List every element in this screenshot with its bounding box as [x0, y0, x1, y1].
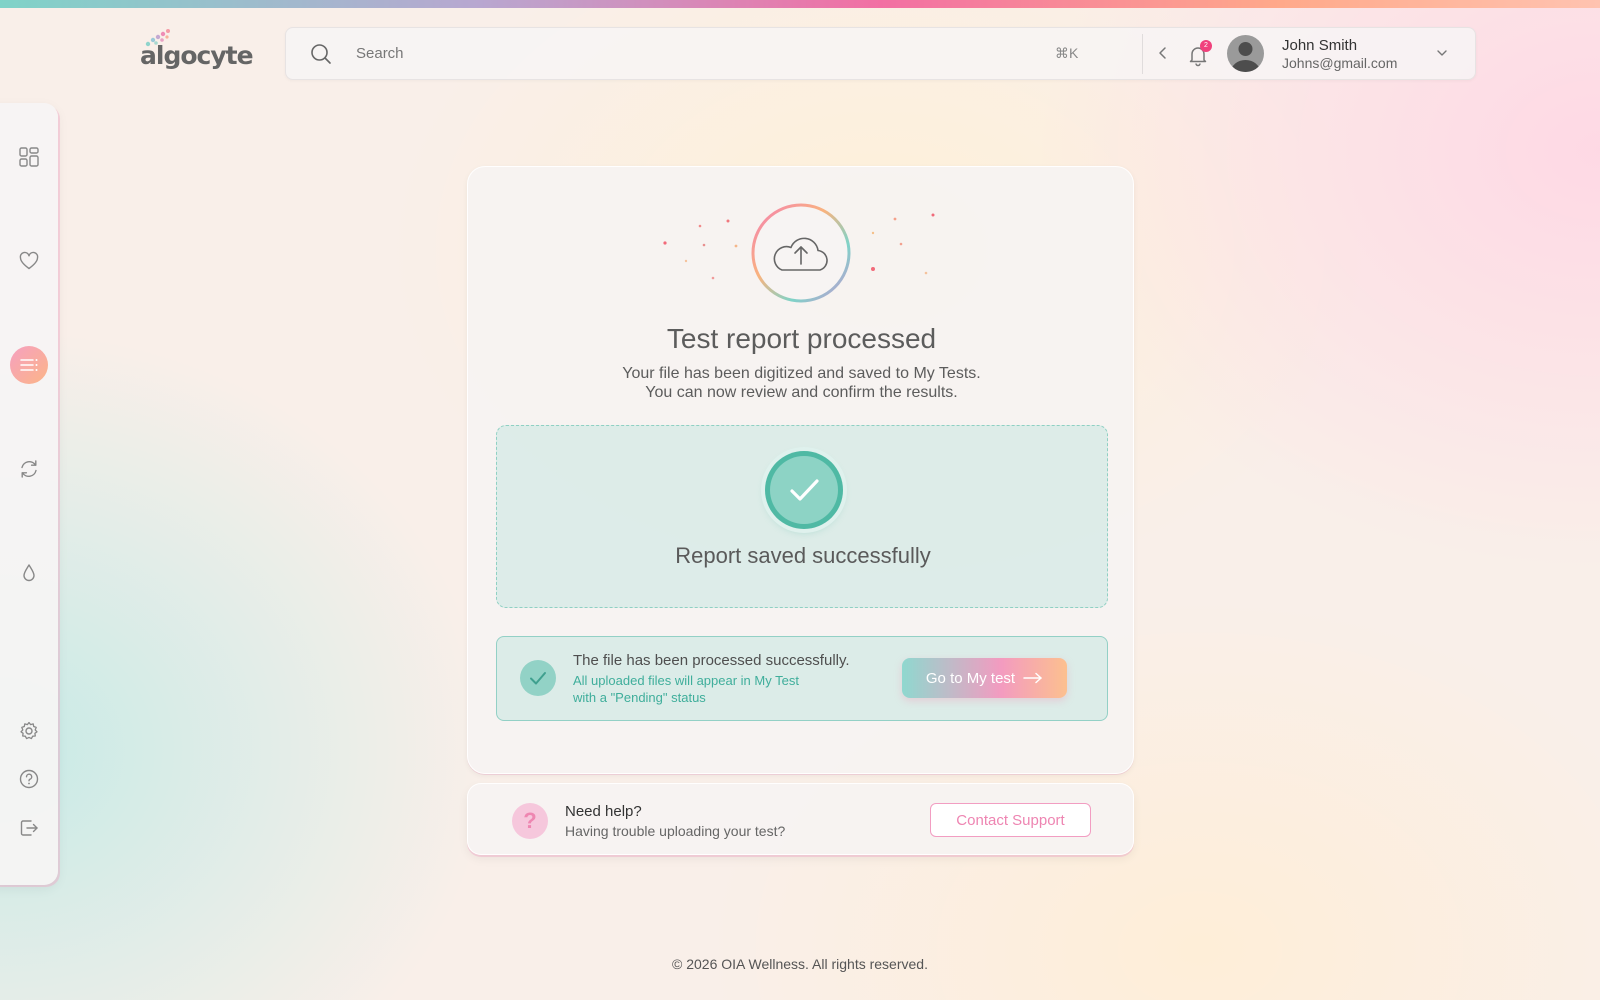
user-menu-button[interactable]	[1434, 45, 1450, 61]
user-name: John Smith	[1282, 37, 1358, 54]
top-bar: ⌘K 2 John Smith Johns@gmail.com	[285, 27, 1476, 80]
sidebar-item-logout[interactable]	[10, 809, 48, 847]
help-icon	[19, 769, 39, 789]
chevron-left-icon	[1159, 47, 1166, 59]
cloud-upload-icon	[663, 203, 935, 303]
arrow-right-icon	[1023, 672, 1042, 684]
subtitle-line: You can now review and confirm the resul…	[645, 384, 958, 401]
help-card: ? Need help? Having trouble uploading yo…	[467, 783, 1134, 855]
notifications-button[interactable]: 2	[1186, 40, 1212, 68]
info-check-badge	[520, 660, 556, 696]
subtitle-line: Your file has been digitized and saved t…	[622, 365, 981, 382]
sidebar-item-my-tests[interactable]	[10, 346, 48, 384]
page-title: Test report processed	[666, 323, 937, 354]
sidebar-item-help[interactable]	[10, 760, 48, 798]
go-to-my-test-button[interactable]: Go to My test	[902, 658, 1067, 698]
search-icon	[311, 44, 331, 64]
question-mark-icon: ?	[512, 803, 548, 839]
sidebar	[0, 103, 58, 885]
search-shortcut-hint: ⌘K	[1055, 45, 1079, 61]
footer-copyright: © 2026 OIA Wellness. All rights reserved…	[672, 956, 928, 972]
checkmark-icon	[790, 479, 819, 501]
header-divider	[1142, 34, 1143, 74]
search-input[interactable]	[356, 28, 1036, 79]
contact-support-button[interactable]: Contact Support	[930, 803, 1091, 837]
avatar[interactable]	[1227, 35, 1264, 72]
tests-list-icon	[20, 359, 38, 371]
success-message: Report saved successfully	[675, 543, 931, 568]
settings-icon	[20, 721, 38, 740]
upload-result-card: Test report processed Your file has been…	[467, 166, 1134, 774]
user-avatar-icon	[1231, 42, 1260, 72]
info-title: The file has been processed successfully…	[573, 652, 850, 669]
page-subtitle: Your file has been digitized and saved t…	[468, 364, 1135, 402]
go-to-my-test-label: Go to My test	[925, 669, 1016, 687]
logo[interactable]: algocyte	[140, 28, 255, 74]
sidebar-item-health[interactable]	[10, 242, 48, 280]
info-description: with a "Pending" status	[573, 690, 706, 705]
sidebar-item-settings[interactable]	[10, 712, 48, 750]
user-email: Johns@gmail.com	[1282, 55, 1398, 71]
dashboard-icon	[19, 147, 39, 167]
checkmark-icon	[530, 672, 546, 685]
drop-icon	[23, 564, 35, 582]
processing-info-panel: The file has been processed successfully…	[496, 636, 1108, 721]
info-description: All uploaded files will appear in My Tes…	[573, 673, 799, 688]
success-check-badge	[765, 451, 843, 529]
success-panel: Report saved successfully	[496, 425, 1108, 608]
brand-name: algocyte	[140, 41, 254, 70]
heart-icon	[19, 251, 39, 270]
sidebar-item-sync[interactable]	[10, 450, 48, 488]
logout-icon	[20, 820, 38, 836]
refresh-icon	[21, 460, 37, 478]
sidebar-item-dashboard[interactable]	[10, 138, 48, 176]
notification-count-badge: 2	[1200, 40, 1212, 52]
help-title: Need help?	[565, 803, 642, 820]
sidebar-item-blood[interactable]	[10, 554, 48, 592]
collapse-button[interactable]	[1154, 44, 1172, 62]
chevron-down-icon	[1437, 50, 1447, 56]
top-gradient-strip	[0, 0, 1600, 8]
help-subtitle: Having trouble uploading your test?	[565, 823, 786, 839]
